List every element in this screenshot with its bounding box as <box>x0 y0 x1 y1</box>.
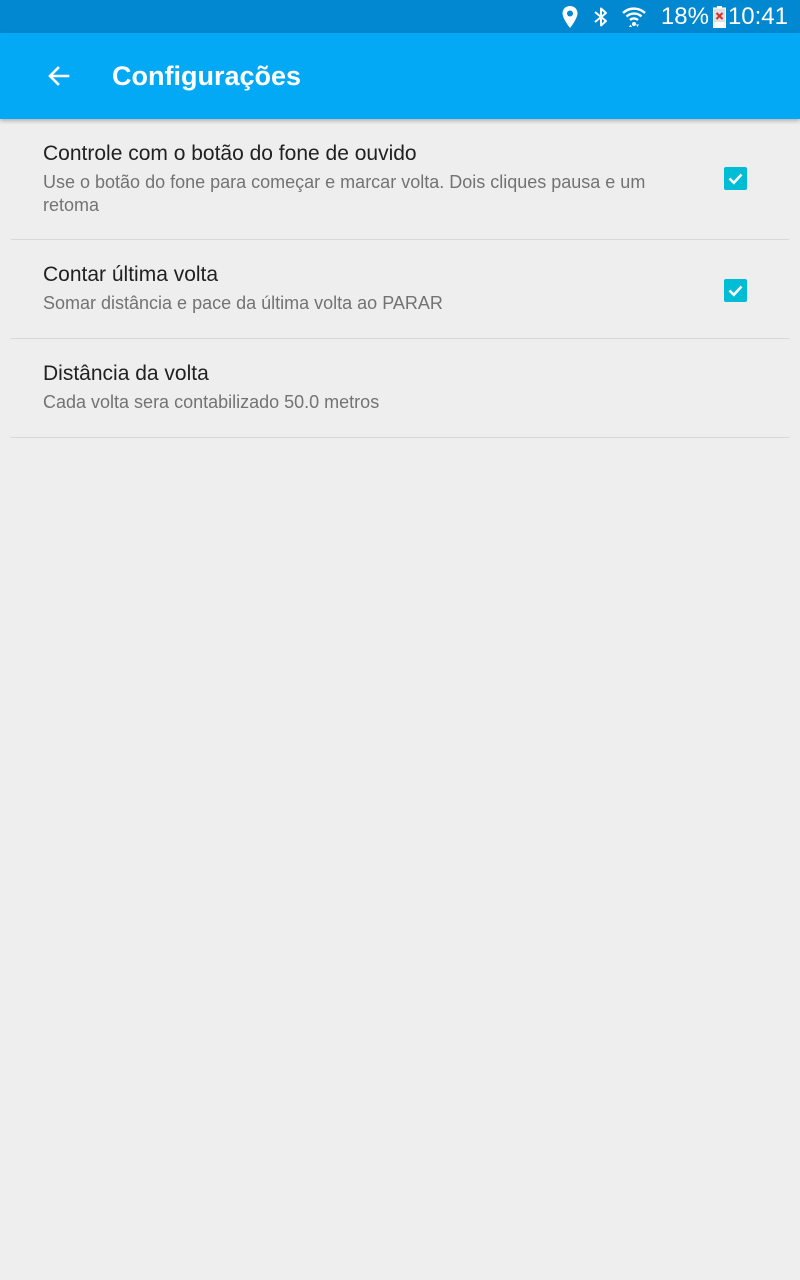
pref-title: Distância da volta <box>43 362 209 385</box>
status-icons: 18% 10:41 <box>551 0 788 33</box>
arrow-back-icon <box>47 64 71 88</box>
settings-list: Controle com o botão do fone de ouvido U… <box>11 119 789 438</box>
bluetooth-icon <box>593 5 609 29</box>
battery-percent: 18% <box>660 3 709 30</box>
count-last-lap-checkbox[interactable] <box>724 279 747 302</box>
check-icon <box>727 282 744 299</box>
pref-count-last-lap[interactable]: Contar última volta Somar distância e pa… <box>11 240 789 339</box>
pref-summary: Cada volta sera contabilizado 50.0 metro… <box>43 392 380 412</box>
location-icon <box>561 5 579 29</box>
app-bar: Configurações <box>0 33 800 119</box>
pref-summary: Use o botão do fone para começar e marca… <box>43 172 646 215</box>
pref-headset-control[interactable]: Controle com o botão do fone de ouvido U… <box>11 119 789 240</box>
clock: 10:41 <box>727 3 788 30</box>
battery-icon <box>712 5 726 28</box>
status-bar: 18% 10:41 <box>0 0 800 33</box>
headset-control-checkbox[interactable] <box>724 167 747 190</box>
back-button[interactable] <box>34 55 84 97</box>
check-icon <box>727 170 744 187</box>
pref-title: Contar última volta <box>43 263 219 286</box>
wifi-icon <box>621 5 647 29</box>
pref-lap-distance[interactable]: Distância da volta Cada volta sera conta… <box>11 339 789 438</box>
page-title: Configurações <box>112 61 302 91</box>
pref-title: Controle com o botão do fone de ouvido <box>43 142 417 165</box>
pref-summary: Somar distância e pace da última volta a… <box>43 293 443 313</box>
